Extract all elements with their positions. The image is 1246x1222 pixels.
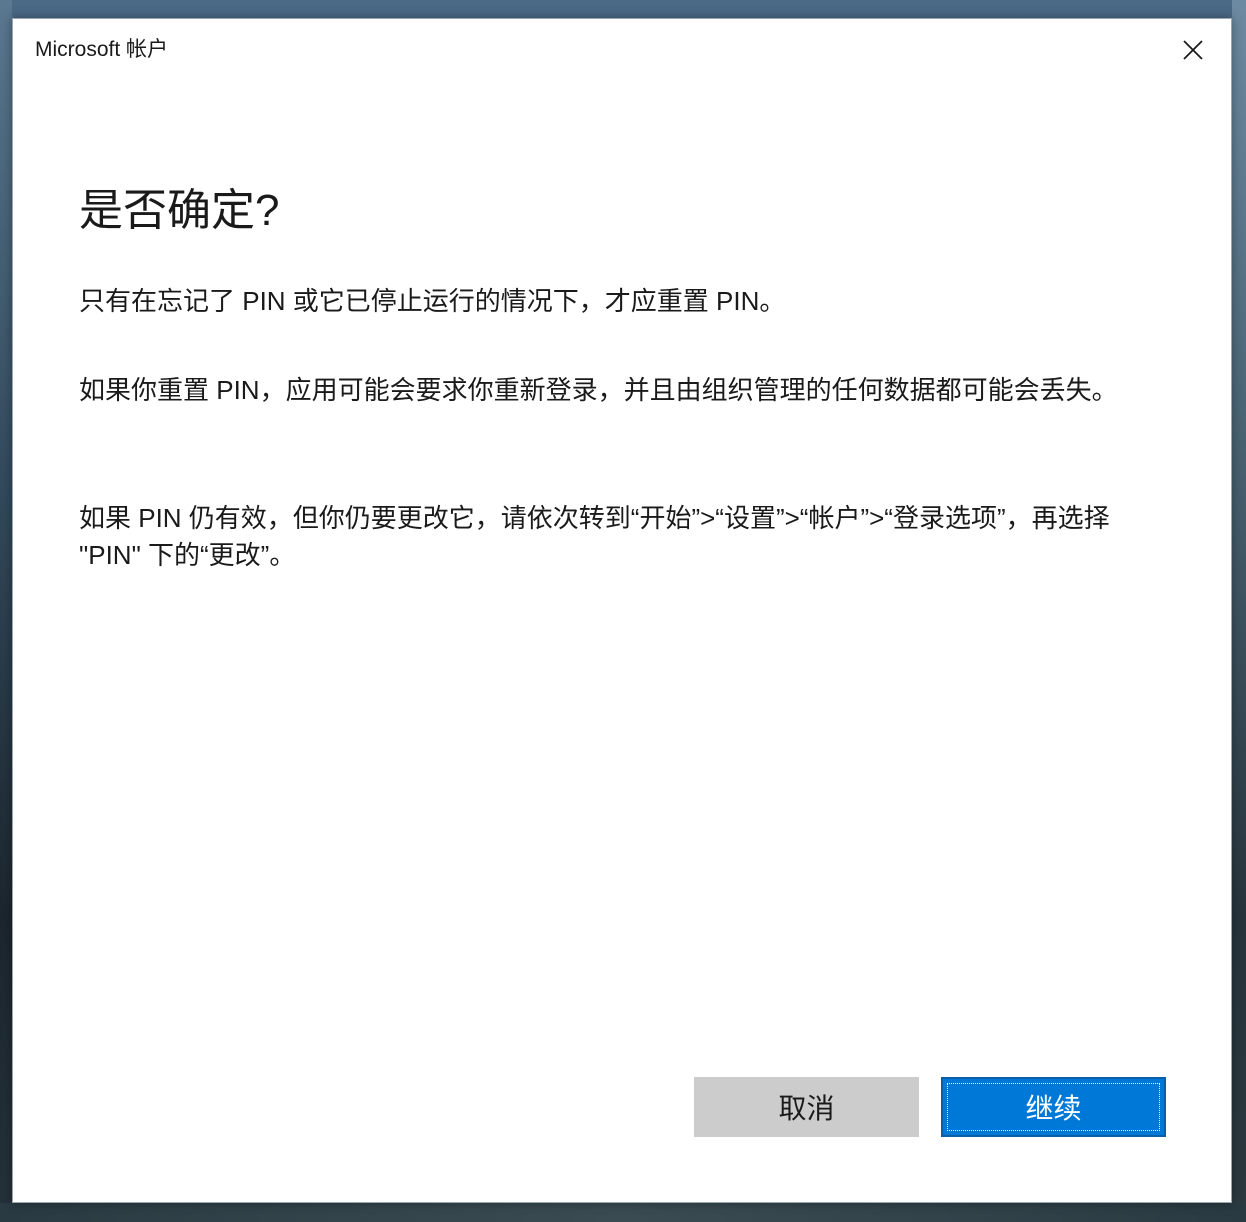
close-icon	[1182, 39, 1204, 61]
window-title: Microsoft 帐户	[35, 38, 169, 61]
desktop-backdrop-bottom	[0, 1203, 1246, 1222]
desktop-backdrop-right	[1232, 0, 1246, 1222]
change-pin-instructions-text: 如果 PIN 仍有效，但你仍要更改它，请依次转到“开始”>“设置”>“帐户”>“…	[79, 503, 1110, 570]
cancel-button-label: 取消	[778, 1093, 835, 1124]
desktop-backdrop-left	[0, 0, 12, 1222]
close-button[interactable]	[1173, 33, 1213, 67]
data-loss-warning-text: 如果你重置 PIN，应用可能会要求你重新登录，并且由组织管理的任何数据都可能会丢…	[79, 375, 1118, 405]
cancel-button[interactable]: 取消	[694, 1077, 919, 1137]
microsoft-account-dialog: Microsoft 帐户 是否确定? 只有在忘记了 PIN 或它已停止运行的情况…	[12, 18, 1232, 1203]
continue-button[interactable]: 继续	[941, 1077, 1166, 1137]
dialog-heading: 是否确定?	[79, 186, 280, 235]
title-bar: Microsoft 帐户	[13, 19, 1231, 81]
continue-button-label: 继续	[1025, 1093, 1082, 1124]
reset-warning-text: 只有在忘记了 PIN 或它已停止运行的情况下，才应重置 PIN。	[79, 286, 786, 316]
